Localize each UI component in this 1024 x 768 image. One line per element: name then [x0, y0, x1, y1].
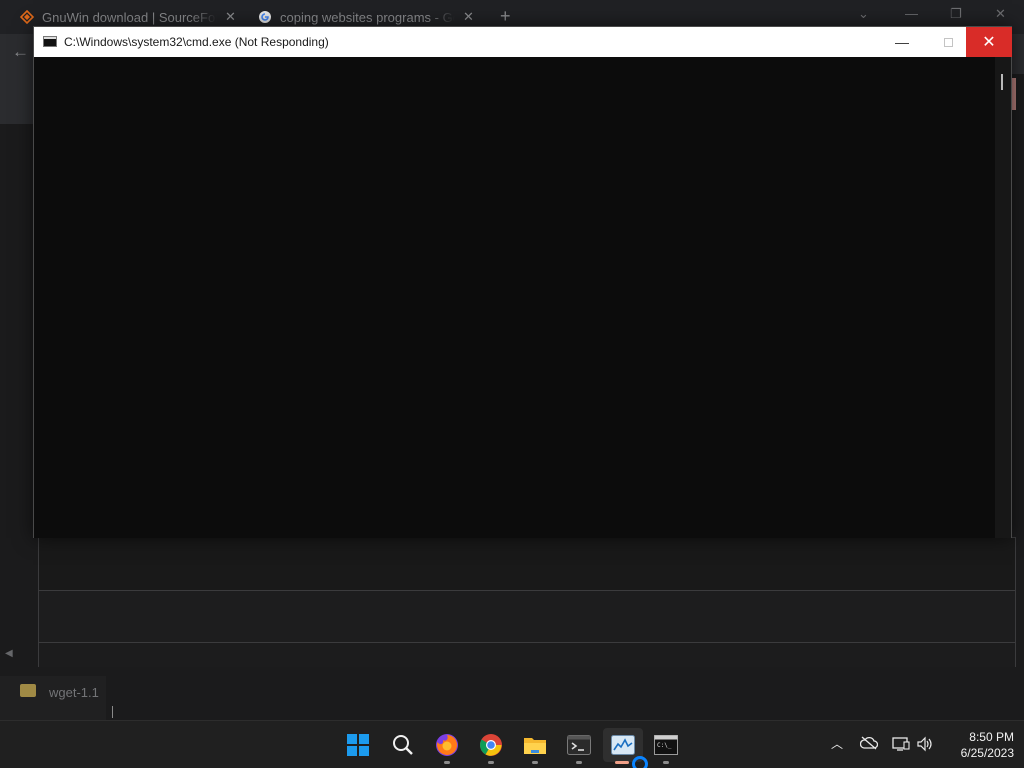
running-indicator: [488, 761, 494, 764]
minimize-button[interactable]: —: [879, 27, 925, 57]
cmd-window[interactable]: C:\Windows\system32\cmd.exe (Not Respond…: [33, 26, 1012, 538]
volume-icon[interactable]: [916, 736, 934, 757]
terminal-icon: [567, 735, 591, 755]
text-cursor: [112, 706, 113, 718]
scrollbar-thumb[interactable]: [1012, 78, 1016, 110]
clock-time: 8:50 PM: [969, 730, 1014, 744]
chrome-icon: [480, 734, 502, 756]
folder-icon: [20, 684, 36, 697]
search-icon: [393, 735, 413, 755]
taskbar-file-explorer[interactable]: [515, 728, 555, 762]
window-title: C:\Windows\system32\cmd.exe (Not Respond…: [64, 35, 329, 49]
search-button[interactable]: [383, 728, 423, 762]
new-tab-button[interactable]: +: [500, 6, 511, 27]
cmd-app-icon: [43, 36, 57, 47]
desktop: GnuWin download | SourceForge.net ✕ copi…: [0, 0, 1024, 768]
folder-icon: [524, 738, 546, 754]
list-item[interactable]: [39, 590, 1015, 642]
console-output[interactable]: [34, 57, 995, 538]
running-indicator: [663, 761, 669, 764]
running-indicator: [532, 761, 538, 764]
maximize-button[interactable]: [925, 27, 971, 57]
clock[interactable]: 8:50 PM 6/25/2023: [940, 729, 1014, 761]
minimize-icon: —: [895, 34, 909, 50]
file-list: [38, 537, 1016, 667]
clock-date: 6/25/2023: [960, 746, 1014, 760]
cmd-titlebar[interactable]: C:\Windows\system32\cmd.exe (Not Respond…: [34, 27, 1012, 57]
show-hidden-icons-chevron-icon[interactable]: ︿: [831, 735, 843, 752]
scrollbar-thumb[interactable]: [1001, 74, 1003, 90]
scroll-left-icon[interactable]: ◀: [5, 648, 13, 659]
maximize-icon: [943, 37, 953, 47]
google-icon: [258, 10, 272, 24]
close-icon: ✕: [982, 34, 996, 51]
browser-side-panel: [0, 74, 34, 124]
svg-text:C:\_: C:\_: [657, 742, 672, 749]
browser-minimize-icon[interactable]: —: [905, 6, 918, 21]
tab-label: coping websites programs - Google Search: [280, 9, 455, 25]
task-manager-icon: [611, 735, 635, 755]
start-button[interactable]: [338, 728, 378, 762]
browser-close-icon[interactable]: ✕: [995, 6, 1006, 22]
firefox-icon: [436, 734, 458, 756]
browser-restore-icon[interactable]: ❐: [950, 6, 962, 22]
network-icon[interactable]: [892, 736, 910, 757]
running-indicator: [444, 761, 450, 764]
taskbar-terminal[interactable]: [559, 728, 599, 762]
list-item[interactable]: [39, 642, 1015, 667]
close-button[interactable]: ✕: [966, 27, 1012, 57]
running-indicator: [576, 761, 582, 764]
busy-cursor-icon: [632, 756, 648, 768]
close-tab-icon[interactable]: ✕: [225, 9, 236, 25]
active-indicator: [615, 761, 629, 764]
cmd-icon: C:\_: [654, 735, 678, 755]
taskbar-cmd[interactable]: C:\_: [646, 728, 686, 762]
back-arrow-icon[interactable]: ←: [12, 42, 29, 62]
sourceforge-icon: [20, 10, 34, 24]
download-item-name[interactable]: wget-1.1: [49, 685, 99, 700]
close-tab-icon[interactable]: ✕: [463, 9, 474, 25]
onedrive-offline-icon[interactable]: [859, 736, 879, 755]
tab-label: GnuWin download | SourceForge.net: [42, 9, 217, 25]
vertical-scrollbar[interactable]: [995, 57, 1011, 538]
taskbar-firefox[interactable]: [427, 728, 467, 762]
windows-logo-icon: [347, 734, 369, 756]
tab-search-chevron-icon[interactable]: ⌄: [858, 6, 869, 22]
taskbar-chrome[interactable]: [471, 728, 511, 762]
